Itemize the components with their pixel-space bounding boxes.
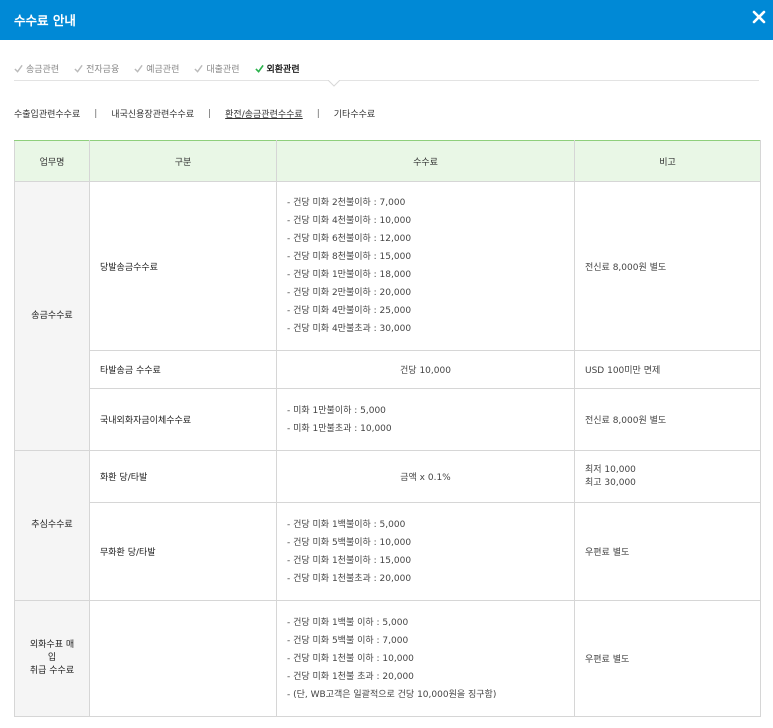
tab-foreign-exchange[interactable]: 외환관련 bbox=[254, 62, 300, 75]
type-cell: 당발송금수수료 bbox=[89, 181, 277, 351]
check-icon bbox=[134, 64, 143, 73]
fee-line: - 건당 미화 1백불이하 : 5,000 bbox=[287, 519, 406, 530]
fee-line: - 건당 미화 2만불이하 : 20,000 bbox=[287, 288, 412, 298]
table-row: 무화환 당/타발 - 건당 미화 1백불이하 : 5,000 - 건당 미화 5… bbox=[15, 502, 761, 601]
fee-line: - 미화 1만불이하 : 5,000 bbox=[287, 405, 386, 416]
subnav-item-exchange-remittance[interactable]: 환전/송금관련수수료 bbox=[225, 107, 303, 120]
fee-line: - 건당 미화 1천불이하 : 15,000 bbox=[287, 555, 412, 566]
fee-table: 업무명 구분 수수료 비고 송금수수료 당발송금수수료 - 건당 미화 2천불이… bbox=[14, 140, 761, 717]
tab-label: 대출관련 bbox=[206, 64, 240, 75]
category-tabs: 송금관련 전자금융 예금관련 대출관련 외환관련 bbox=[14, 61, 315, 75]
fee-subnav: 수출입관련수수료 | 내국신용장관련수수료 | 환전/송금관련수수료 | 기타수… bbox=[14, 107, 375, 121]
table-row: 송금수수료 당발송금수수료 - 건당 미화 2천불이하 : 7,000 - 건당… bbox=[14, 181, 761, 451]
table-row: 타발송금 수수료 건당 10,000 USD 100미만 면제 bbox=[15, 350, 761, 389]
header-business: 업무명 bbox=[14, 140, 90, 182]
subnav-item-export-import[interactable]: 수출입관련수수료 bbox=[14, 107, 80, 120]
fee-line: - 미화 1만불초과 : 10,000 bbox=[287, 423, 392, 434]
header-fee: 수수료 bbox=[276, 140, 575, 182]
check-icon bbox=[74, 64, 83, 73]
category-line: 입 bbox=[47, 653, 57, 663]
category-line: 외화수표 매 bbox=[29, 640, 75, 650]
check-icon bbox=[194, 64, 204, 73]
tab-remittance[interactable]: 송금관련 bbox=[14, 62, 59, 75]
category-cell: 추심수수료 bbox=[14, 450, 90, 601]
check-icon bbox=[14, 64, 23, 73]
type-cell: 무화환 당/타발 bbox=[89, 502, 277, 601]
fee-line: - 건당 미화 2천불이하 : 7,000 bbox=[287, 198, 406, 208]
fee-line: - 건당 미화 1천불 이하 : 10,000 bbox=[287, 653, 414, 664]
subnav-separator: | bbox=[208, 108, 212, 119]
type-cell bbox=[89, 600, 277, 717]
fee-cell: - 미화 1만불이하 : 5,000 - 미화 1만불초과 : 10,000 bbox=[276, 388, 575, 451]
type-cell: 타발송금 수수료 bbox=[89, 350, 277, 389]
subnav-item-domestic-lc[interactable]: 내국신용장관련수수료 bbox=[111, 107, 194, 120]
note-cell: 전신료 8,000원 별도 bbox=[574, 181, 761, 351]
tab-deposit[interactable]: 예금관련 bbox=[134, 62, 179, 75]
type-cell: 국내외화자금이체수수료 bbox=[89, 388, 277, 451]
tab-label: 송금관련 bbox=[26, 64, 60, 75]
note-cell: 우편료 별도 bbox=[574, 600, 761, 717]
table-row: 국내외화자금이체수수료 - 미화 1만불이하 : 5,000 - 미화 1만불초… bbox=[15, 388, 761, 451]
fee-line: - 건당 미화 1천불 초과 : 20,000 bbox=[287, 671, 414, 682]
tab-label: 외환관련 bbox=[266, 64, 300, 75]
tab-divider bbox=[14, 80, 759, 81]
tab-e-banking[interactable]: 전자금융 bbox=[74, 62, 119, 75]
tab-label: 예금관련 bbox=[146, 64, 180, 75]
header-type: 구분 bbox=[89, 140, 277, 182]
fee-line: - 건당 미화 5백불 이하 : 7,000 bbox=[287, 635, 409, 646]
fee-line: - 건당 미화 8천불이하 : 15,000 bbox=[287, 252, 412, 262]
category-line: 취급 수수료 bbox=[29, 666, 75, 676]
fee-line: - 건당 미화 1천불초과 : 20,000 bbox=[287, 573, 412, 584]
note-cell: 최저 10,000 최고 30,000 bbox=[574, 450, 761, 503]
fee-line: - 건당 미화 4천불이하 : 10,000 bbox=[287, 216, 412, 226]
fee-line: - 건당 미화 1만불이하 : 18,000 bbox=[287, 270, 412, 280]
fee-line: - 건당 미화 1백불 이하 : 5,000 bbox=[287, 617, 409, 628]
subnav-separator: | bbox=[316, 108, 320, 119]
fee-cell: - 건당 미화 2천불이하 : 7,000 - 건당 미화 4천불이하 : 10… bbox=[276, 181, 575, 351]
fee-line: - 건당 미화 4만불초과 : 30,000 bbox=[287, 324, 412, 334]
note-cell: USD 100미만 면제 bbox=[574, 350, 761, 389]
fee-cell: 금액 x 0.1% bbox=[276, 450, 575, 503]
fee-line: - 건당 미화 4만불이하 : 25,000 bbox=[287, 306, 412, 316]
category-cell: 송금수수료 bbox=[14, 181, 90, 451]
fee-line: - 건당 미화 6천불이하 : 12,000 bbox=[287, 234, 412, 244]
table-header-row: 업무명 구분 수수료 비고 bbox=[14, 140, 761, 182]
table-row: 외화수표 매 입 취급 수수료 - 건당 미화 1백불 이하 : 5,000 -… bbox=[14, 600, 761, 717]
fee-cell: - 건당 미화 1백불이하 : 5,000 - 건당 미화 5백불이하 : 10… bbox=[276, 502, 575, 601]
type-cell: 화환 당/타발 bbox=[89, 450, 277, 503]
close-icon[interactable] bbox=[749, 7, 769, 27]
check-icon bbox=[254, 64, 264, 73]
subnav-item-other[interactable]: 기타수수료 bbox=[334, 107, 375, 120]
tab-loan[interactable]: 대출관련 bbox=[194, 62, 240, 75]
fee-cell: - 건당 미화 1백불 이하 : 5,000 - 건당 미화 5백불 이하 : … bbox=[276, 600, 575, 717]
note-cell: 우편료 별도 bbox=[574, 502, 761, 601]
fee-line: - 건당 미화 5백불이하 : 10,000 bbox=[287, 537, 412, 548]
window-titlebar: 수수료 안내 bbox=[0, 0, 773, 40]
tab-label: 전자금융 bbox=[86, 64, 120, 75]
subnav-separator: | bbox=[94, 108, 98, 119]
note-line: 최고 30,000 bbox=[585, 477, 636, 488]
header-note: 비고 bbox=[574, 140, 761, 182]
window-title: 수수료 안내 bbox=[14, 13, 76, 28]
note-line: 최저 10,000 bbox=[585, 464, 636, 475]
note-cell: 전신료 8,000원 별도 bbox=[574, 388, 761, 451]
table-row: 추심수수료 화환 당/타발 금액 x 0.1% 최저 10,000 최고 30,… bbox=[14, 450, 761, 601]
category-cell: 외화수표 매 입 취급 수수료 bbox=[14, 600, 90, 717]
fee-cell: 건당 10,000 bbox=[276, 350, 575, 389]
fee-line: - (단, WB고객은 일괄적으로 건당 10,000원을 징구함) bbox=[287, 689, 497, 700]
active-tab-pointer-icon bbox=[328, 80, 340, 87]
